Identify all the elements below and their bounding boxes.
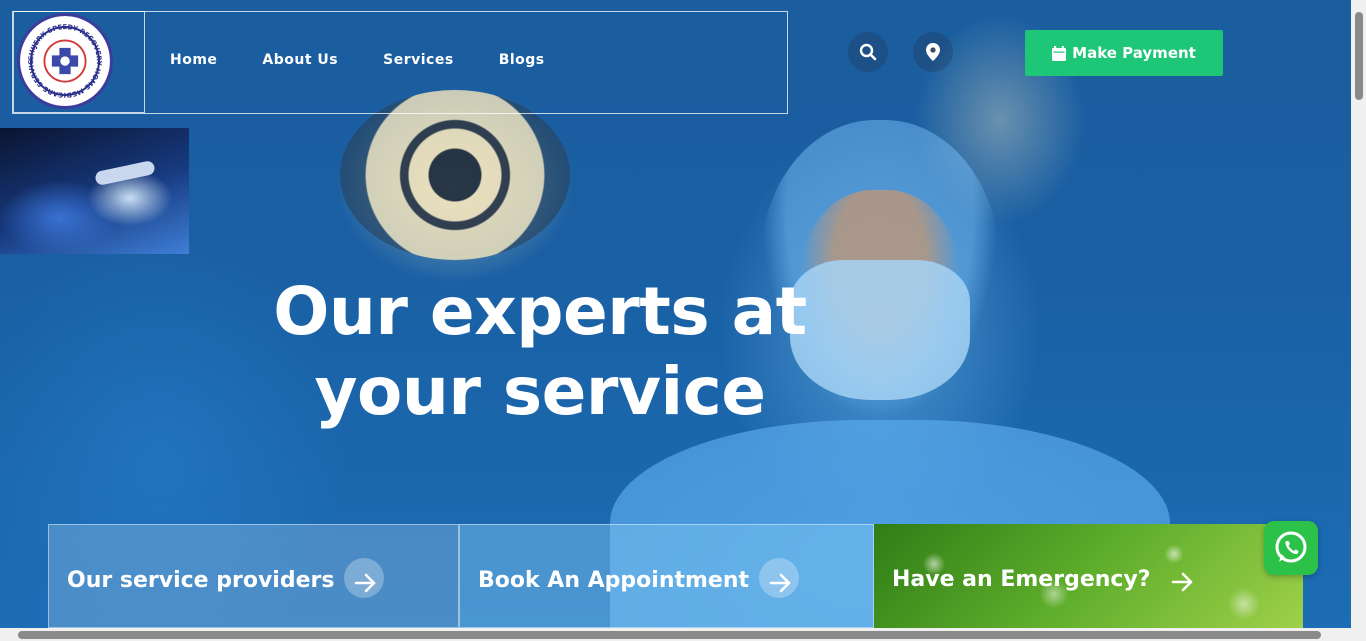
arrow-button[interactable] bbox=[759, 558, 800, 602]
surgery-thumbnail bbox=[0, 128, 189, 254]
nav-home[interactable]: Home bbox=[170, 52, 217, 68]
vertical-scrollbar[interactable] bbox=[1351, 0, 1366, 628]
card-emergency-label: Have an Emergency? bbox=[892, 567, 1151, 592]
card-book-appointment[interactable]: Book An Appointment bbox=[459, 524, 874, 628]
card-service-providers[interactable]: Our service providers bbox=[48, 524, 459, 628]
arrow-right-icon bbox=[1171, 572, 1192, 592]
site-logo[interactable]: CHIJERX SPEEDY RECOVERY HOME MEDICARE SE… bbox=[17, 13, 113, 109]
horizontal-scrollbar-thumb[interactable] bbox=[18, 631, 1321, 639]
location-button[interactable] bbox=[913, 32, 953, 72]
whatsapp-icon bbox=[1275, 531, 1307, 563]
make-payment-label: Make Payment bbox=[1072, 44, 1196, 62]
arrow-right-icon bbox=[769, 573, 791, 593]
card-book-appointment-label: Book An Appointment bbox=[478, 568, 750, 593]
main-nav: Home About Us Services Blogs bbox=[170, 52, 590, 68]
nav-services[interactable]: Services bbox=[383, 52, 454, 68]
make-payment-button[interactable]: Make Payment bbox=[1025, 30, 1223, 76]
vertical-scrollbar-thumb[interactable] bbox=[1355, 12, 1363, 100]
nav-about-us[interactable]: About Us bbox=[262, 52, 338, 68]
headline-line-1: Our experts at bbox=[273, 273, 807, 350]
arrow-right-icon bbox=[355, 573, 376, 593]
horizontal-scrollbar[interactable] bbox=[0, 628, 1366, 641]
card-emergency[interactable]: Have an Emergency? bbox=[874, 524, 1303, 628]
headline-line-2: your service bbox=[314, 353, 766, 430]
arrow-button[interactable] bbox=[344, 558, 385, 602]
map-pin-icon bbox=[926, 43, 940, 61]
nav-blogs[interactable]: Blogs bbox=[499, 52, 545, 68]
surgical-lamp bbox=[340, 90, 570, 260]
hero-headline: Our experts at your service bbox=[250, 272, 830, 432]
whatsapp-button[interactable] bbox=[1264, 521, 1318, 575]
card-service-providers-label: Our service providers bbox=[67, 568, 335, 593]
arrow-button[interactable] bbox=[1161, 561, 1201, 601]
search-button[interactable] bbox=[848, 32, 888, 72]
calendar-icon bbox=[1052, 45, 1067, 61]
search-icon bbox=[859, 43, 877, 61]
